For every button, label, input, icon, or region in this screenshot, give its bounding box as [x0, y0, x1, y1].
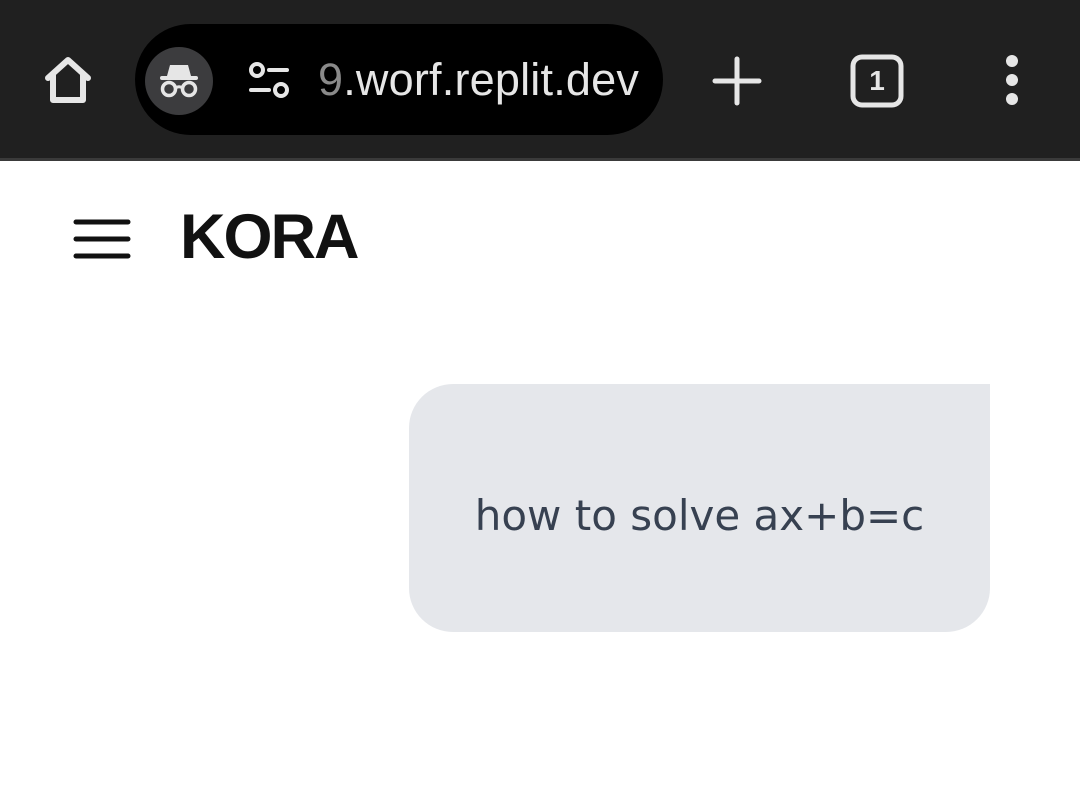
- user-message-text: how to solve ax+b=c: [474, 490, 925, 540]
- url-main: .worf.replit.dev: [343, 54, 640, 105]
- site-settings-icon: [249, 62, 289, 98]
- new-tab-button[interactable]: [708, 52, 766, 110]
- site-settings-button[interactable]: [244, 58, 294, 102]
- home-icon: [45, 57, 91, 103]
- more-vert-icon: [1006, 55, 1018, 105]
- toolbar-divider: [0, 158, 1080, 161]
- hamburger-menu-icon: [73, 219, 131, 259]
- app-title: KORA: [180, 202, 359, 272]
- nav-menu-button[interactable]: [70, 210, 134, 266]
- url-text[interactable]: 9.worf.replit.dev: [318, 52, 639, 108]
- plus-icon: [712, 56, 762, 106]
- home-button[interactable]: [38, 50, 98, 110]
- incognito-badge[interactable]: [145, 47, 213, 115]
- incognito-icon: [160, 65, 198, 98]
- browser-toolbar: 9.worf.replit.dev 1: [0, 0, 1080, 158]
- url-prefix: 9: [318, 54, 344, 105]
- tab-count: 1: [869, 65, 885, 96]
- user-message-bubble: how to solve ax+b=c: [409, 384, 990, 632]
- tab-switcher-button[interactable]: 1: [848, 52, 906, 110]
- browser-menu-button[interactable]: [990, 50, 1034, 110]
